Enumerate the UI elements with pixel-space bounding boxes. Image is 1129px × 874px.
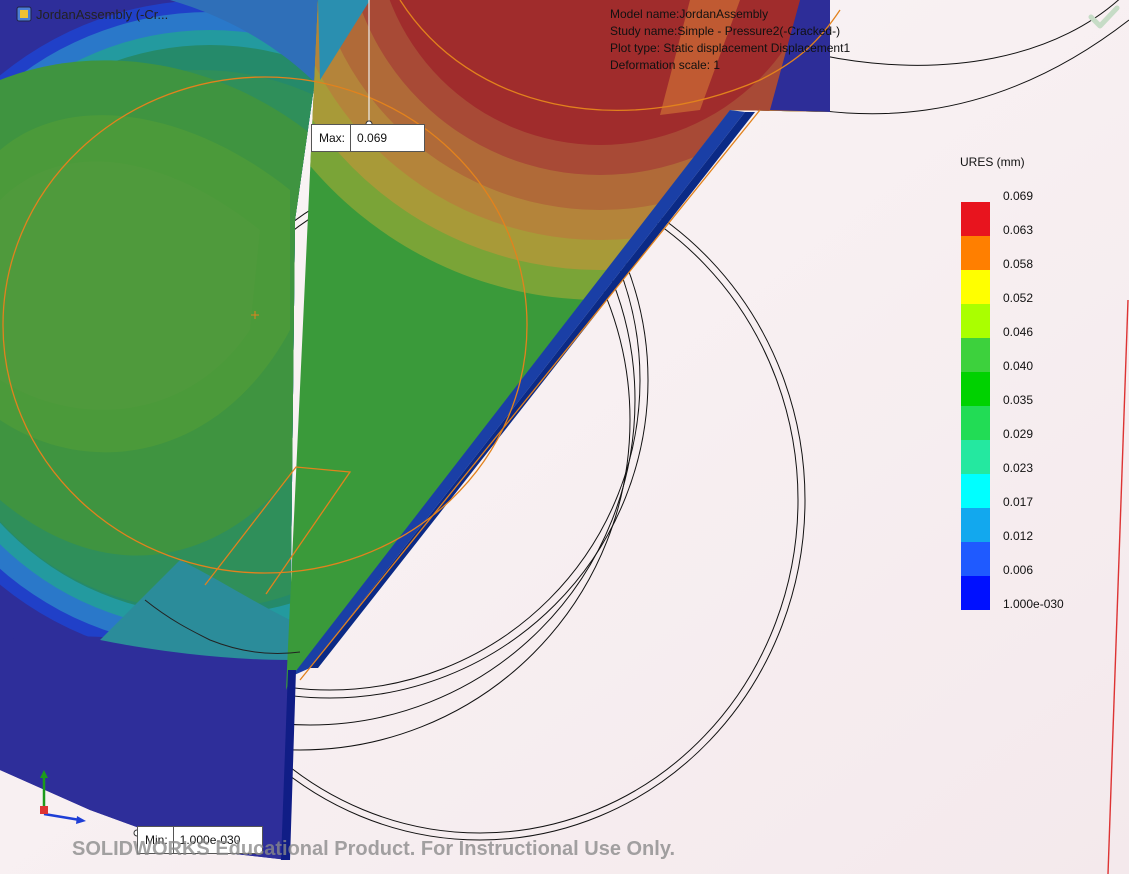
legend-color-bar[interactable] (961, 202, 990, 610)
legend-value: 0.023 (1003, 461, 1034, 475)
graphics-viewport[interactable] (0, 0, 1129, 874)
legend-swatch (961, 304, 990, 339)
max-callout-label: Max: (312, 125, 352, 151)
legend-value: 0.012 (1003, 529, 1034, 543)
legend-title: URES (mm) (960, 155, 1025, 169)
max-callout-value: 0.069 (357, 131, 388, 145)
legend-value: 0.046 (1003, 325, 1034, 339)
legend-swatch (961, 236, 990, 271)
legend-value: 0.063 (1003, 223, 1034, 237)
legend-swatch (961, 270, 990, 305)
legend-swatch (961, 338, 990, 373)
coordinate-triad-icon (40, 770, 86, 824)
legend-value: 0.040 (1003, 359, 1034, 373)
legend-value: 0.006 (1003, 563, 1034, 577)
legend-swatch (961, 202, 990, 237)
legend-value: 1.000e-030 (1003, 597, 1064, 611)
model-info: Model name:JordanAssembly Study name:Sim… (610, 6, 850, 74)
legend-value: 0.029 (1003, 427, 1034, 441)
legend-value: 0.035 (1003, 393, 1034, 407)
tree-item-label: JordanAssembly (-Cr... (36, 6, 169, 22)
assembly-icon (16, 6, 32, 22)
legend-swatch (961, 576, 990, 610)
legend-value: 0.069 (1003, 189, 1034, 203)
legend-value: 0.058 (1003, 257, 1034, 271)
legend-swatch (961, 372, 990, 407)
study-name-line: Study name:Simple - Pressure2(-Cracked-) (610, 24, 841, 38)
feature-tree-item[interactable]: JordanAssembly (-Cr... (16, 6, 168, 22)
legend-value: 0.017 (1003, 495, 1034, 509)
deformation-scale-line: Deformation scale: 1 (610, 58, 721, 72)
plot-type-line: Plot type: Static displacement Displacem… (610, 41, 851, 55)
legend-swatch (961, 440, 990, 475)
legend-swatch (961, 508, 990, 543)
max-callout[interactable]: Max: 0.069 (311, 124, 425, 152)
legend-value: 0.052 (1003, 291, 1034, 305)
legend-swatch (961, 406, 990, 441)
model-name-line: Model name:JordanAssembly (610, 7, 769, 21)
legend-swatch (961, 474, 990, 509)
educational-watermark: SOLIDWORKS Educational Product. For Inst… (72, 838, 676, 860)
legend-swatch (961, 542, 990, 577)
checkmark-icon[interactable] (1088, 4, 1120, 30)
